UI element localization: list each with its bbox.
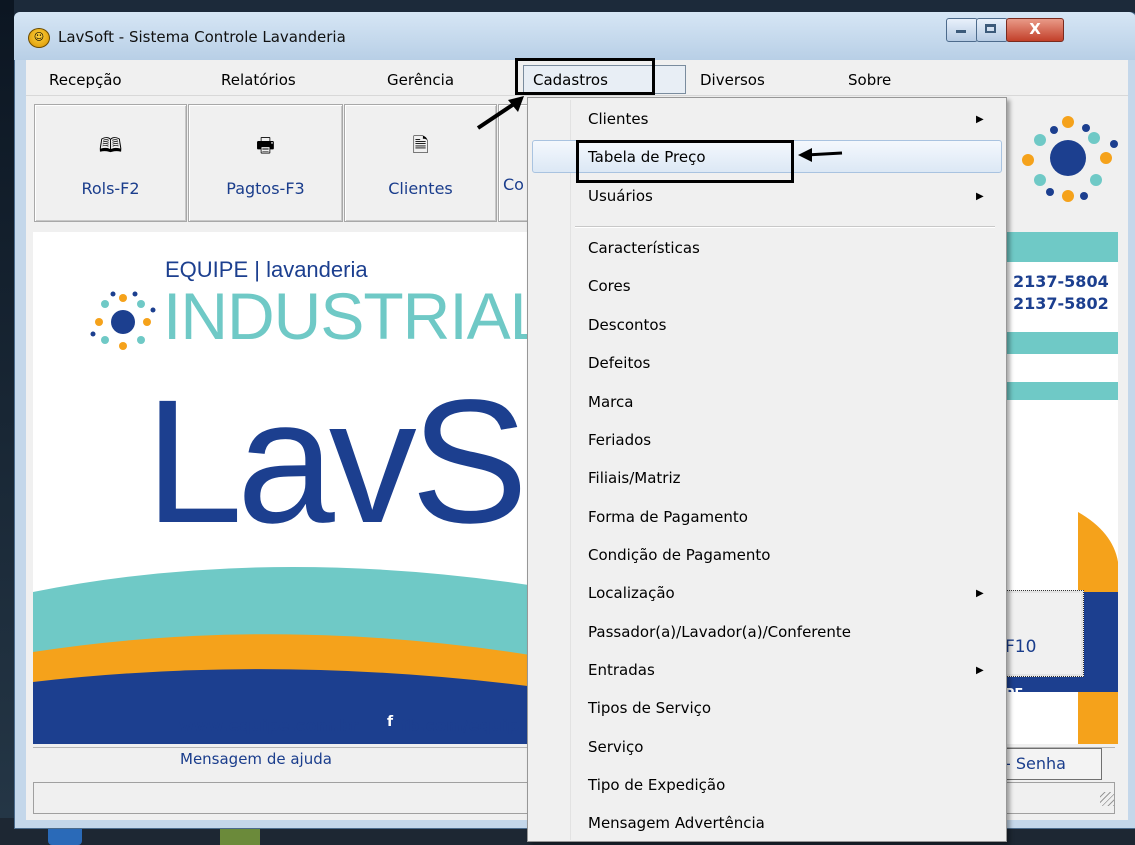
annotation-highlight-box (515, 58, 655, 95)
menu-item-caracteristicas[interactable]: Características (588, 233, 700, 263)
menu-item-usuarios[interactable]: Usuários (588, 181, 653, 211)
phone-1: 2137-5804 (1013, 272, 1109, 291)
menu-item-descontos[interactable]: Descontos (588, 310, 666, 340)
menu-item-mensagem-advertencia[interactable]: Mensagem Advertência (588, 808, 765, 838)
menu-item-passador-lavador-conferente[interactable]: Passador(a)/Lavador(a)/Conferente (588, 617, 851, 647)
menu-sobre[interactable]: Sobre (848, 65, 891, 95)
facebook-text: fb.com/equip (401, 716, 520, 735)
menu-relatorios[interactable]: Relatórios (221, 65, 296, 95)
annotation-arrow-icon (798, 148, 843, 162)
menu-item-entradas[interactable]: Entradas (588, 655, 655, 685)
f10-button[interactable]: F10 (1000, 590, 1084, 677)
clientes-button-label: Clientes (388, 179, 453, 198)
menu-gerencia[interactable]: Gerência (387, 65, 454, 95)
menu-item-forma-pagamento[interactable]: Forma de Pagamento (588, 502, 748, 532)
cash-register-icon: 🖶 (256, 133, 275, 157)
book-icon: 🕮 (98, 133, 123, 157)
menu-item-condicao-pagamento[interactable]: Condição de Pagamento (588, 540, 770, 570)
menu-item-defeitos[interactable]: Defeitos (588, 348, 650, 378)
menu-item-marca[interactable]: Marca (588, 387, 633, 417)
submenu-arrow-icon: ▶ (976, 114, 984, 125)
submenu-arrow-icon: ▶ (976, 665, 984, 676)
rols-button-label: Rols-F2 (81, 179, 140, 198)
resize-grip-icon[interactable] (1100, 792, 1114, 806)
phone-2: 2137-5802 (1013, 294, 1109, 313)
menu-item-feriados[interactable]: Feriados (588, 425, 651, 455)
annotation-highlight-box (576, 140, 794, 183)
document-icon: 🗎 (412, 133, 429, 157)
submenu-arrow-icon: ▶ (976, 588, 984, 599)
window-title: LavSoft - Sistema Controle Lavanderia (58, 28, 346, 46)
menu-gutter (570, 100, 571, 840)
menu-recepcao[interactable]: Recepção (49, 65, 122, 95)
menu-diversos[interactable]: Diversos (700, 65, 765, 95)
menu-item-tipos-de-servico[interactable]: Tipos de Serviço (588, 693, 711, 723)
maximize-icon (985, 24, 996, 33)
senha-label: - Senha (1005, 754, 1066, 773)
menu-item-cores[interactable]: Cores (588, 271, 631, 301)
close-icon: X (1029, 20, 1041, 38)
close-button[interactable]: X (1006, 18, 1064, 42)
menu-item-servico[interactable]: Serviço (588, 732, 643, 762)
f10-label: F10 (1005, 637, 1037, 657)
menu-item-localizacao[interactable]: Localização (588, 578, 675, 608)
menu-item-tipo-de-expedicao[interactable]: Tipo de Expedição (588, 770, 725, 800)
side-panel (1010, 100, 1128, 230)
desktop-background (0, 0, 14, 845)
menu-separator (575, 226, 995, 228)
senha-button[interactable]: - Senha (1000, 748, 1102, 780)
menu-item-clientes[interactable]: Clientes (588, 104, 648, 134)
brand-big-text: INDUSTRIAL (163, 279, 546, 353)
annotation-arrow-icon (476, 96, 524, 130)
website-text: www.equipe.com.br (179, 716, 359, 735)
pagtos-button[interactable]: 🖶 Pagtos-F3 (188, 104, 343, 222)
submenu-arrow-icon: ▶ (976, 191, 984, 202)
help-message: Mensagem de ajuda (180, 750, 332, 768)
rols-button[interactable]: 🕮 Rols-F2 (34, 104, 187, 222)
dot-logo-icon (1022, 116, 1118, 202)
pagtos-button-label: Pagtos-F3 (226, 179, 305, 198)
app-icon[interactable]: ☺ (28, 28, 50, 48)
menu-item-filiais-matriz[interactable]: Filiais/Matriz (588, 463, 681, 493)
facebook-icon: f (383, 714, 397, 730)
minimize-icon (956, 30, 966, 33)
